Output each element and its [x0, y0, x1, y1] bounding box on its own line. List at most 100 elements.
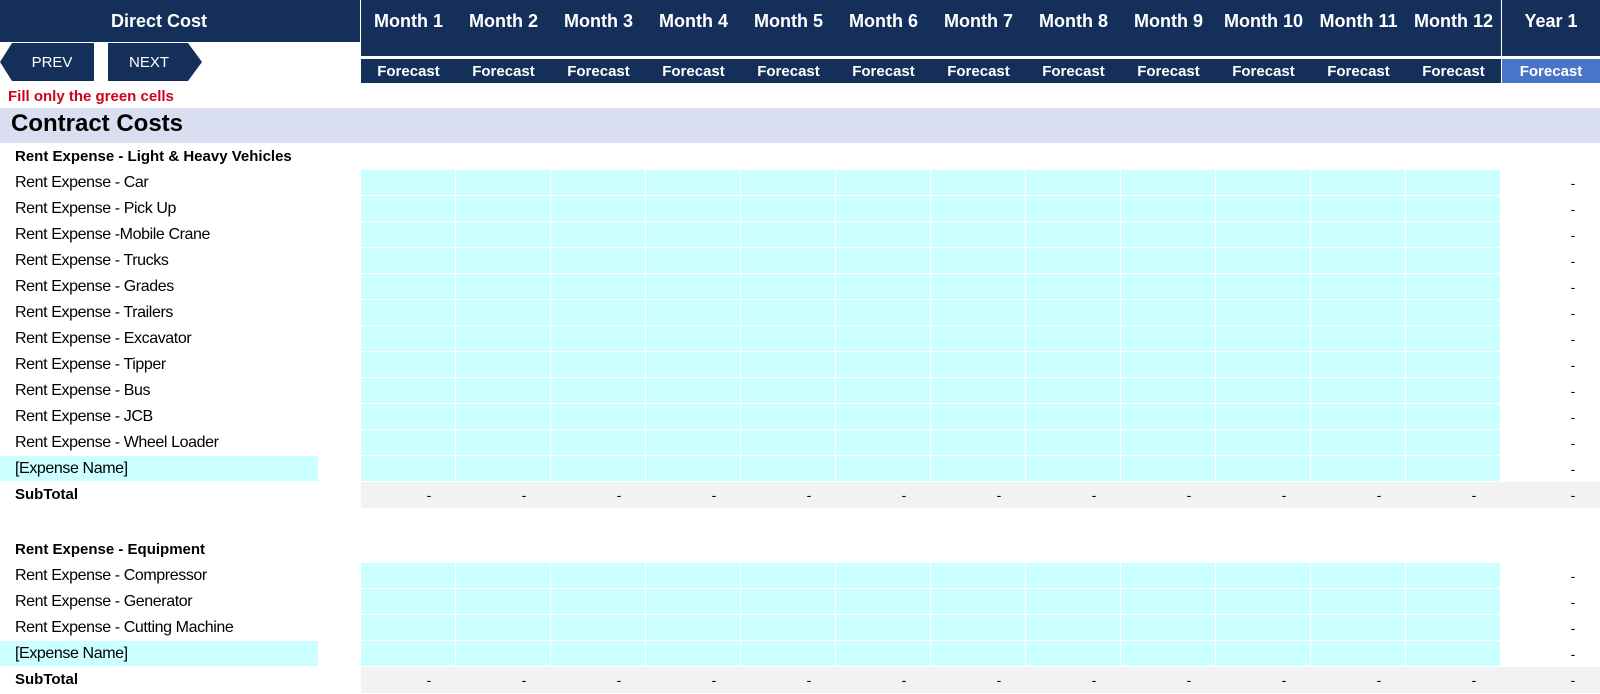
forecast-input-cell[interactable]	[361, 300, 455, 325]
forecast-input-cell[interactable]	[646, 456, 740, 481]
forecast-input-cell[interactable]	[1311, 170, 1405, 195]
forecast-input-cell[interactable]	[1216, 615, 1310, 640]
expense-name-label[interactable]: [Expense Name]	[15, 641, 128, 667]
forecast-input-cell[interactable]	[361, 352, 455, 377]
forecast-input-cell[interactable]	[551, 563, 645, 588]
forecast-input-cell[interactable]	[1311, 404, 1405, 429]
forecast-input-cell[interactable]	[551, 196, 645, 221]
forecast-input-cell[interactable]	[1026, 563, 1120, 588]
forecast-input-cell[interactable]	[836, 300, 930, 325]
forecast-input-cell[interactable]	[1311, 248, 1405, 273]
forecast-input-cell[interactable]	[1406, 404, 1500, 429]
forecast-input-cell[interactable]	[836, 589, 930, 614]
forecast-input-cell[interactable]	[836, 248, 930, 273]
forecast-input-cell[interactable]	[931, 430, 1025, 455]
forecast-input-cell[interactable]	[741, 563, 835, 588]
forecast-input-cell[interactable]	[741, 248, 835, 273]
forecast-input-cell[interactable]	[1216, 170, 1310, 195]
forecast-input-cell[interactable]	[456, 378, 550, 403]
forecast-input-cell[interactable]	[361, 170, 455, 195]
forecast-input-cell[interactable]	[1121, 300, 1215, 325]
forecast-input-cell[interactable]	[1311, 222, 1405, 247]
forecast-input-cell[interactable]	[1216, 352, 1310, 377]
forecast-input-cell[interactable]	[1406, 615, 1500, 640]
forecast-input-cell[interactable]	[1216, 274, 1310, 299]
forecast-input-cell[interactable]	[1406, 170, 1500, 195]
forecast-input-cell[interactable]	[646, 404, 740, 429]
forecast-input-cell[interactable]	[1121, 196, 1215, 221]
forecast-input-cell[interactable]	[1406, 274, 1500, 299]
forecast-input-cell[interactable]	[1216, 456, 1310, 481]
expense-name-label[interactable]: [Expense Name]	[15, 456, 128, 482]
forecast-input-cell[interactable]	[741, 641, 835, 666]
forecast-input-cell[interactable]	[456, 274, 550, 299]
forecast-input-cell[interactable]	[551, 430, 645, 455]
forecast-input-cell[interactable]	[836, 222, 930, 247]
forecast-input-cell[interactable]	[1216, 248, 1310, 273]
forecast-input-cell[interactable]	[361, 326, 455, 351]
forecast-input-cell[interactable]	[646, 196, 740, 221]
forecast-input-cell[interactable]	[646, 615, 740, 640]
forecast-input-cell[interactable]	[1311, 563, 1405, 588]
forecast-input-cell[interactable]	[741, 352, 835, 377]
forecast-input-cell[interactable]	[361, 378, 455, 403]
forecast-input-cell[interactable]	[456, 300, 550, 325]
forecast-input-cell[interactable]	[836, 404, 930, 429]
forecast-input-cell[interactable]	[1406, 430, 1500, 455]
forecast-input-cell[interactable]	[1216, 404, 1310, 429]
forecast-input-cell[interactable]	[741, 404, 835, 429]
forecast-input-cell[interactable]	[836, 615, 930, 640]
forecast-input-cell[interactable]	[836, 378, 930, 403]
forecast-input-cell[interactable]	[1311, 589, 1405, 614]
forecast-input-cell[interactable]	[836, 641, 930, 666]
forecast-input-cell[interactable]	[1406, 456, 1500, 481]
forecast-input-cell[interactable]	[931, 326, 1025, 351]
forecast-input-cell[interactable]	[1406, 222, 1500, 247]
forecast-input-cell[interactable]	[1121, 248, 1215, 273]
forecast-input-cell[interactable]	[931, 274, 1025, 299]
forecast-input-cell[interactable]	[1406, 563, 1500, 588]
forecast-input-cell[interactable]	[456, 589, 550, 614]
forecast-input-cell[interactable]	[361, 589, 455, 614]
forecast-input-cell[interactable]	[646, 352, 740, 377]
forecast-input-cell[interactable]	[1121, 615, 1215, 640]
forecast-input-cell[interactable]	[551, 222, 645, 247]
forecast-input-cell[interactable]	[1121, 378, 1215, 403]
forecast-input-cell[interactable]	[741, 378, 835, 403]
forecast-input-cell[interactable]	[1216, 641, 1310, 666]
forecast-input-cell[interactable]	[361, 222, 455, 247]
forecast-input-cell[interactable]	[1216, 430, 1310, 455]
forecast-input-cell[interactable]	[551, 248, 645, 273]
forecast-input-cell[interactable]	[931, 222, 1025, 247]
forecast-input-cell[interactable]	[1026, 352, 1120, 377]
forecast-input-cell[interactable]	[551, 300, 645, 325]
forecast-input-cell[interactable]	[1311, 326, 1405, 351]
forecast-input-cell[interactable]	[456, 352, 550, 377]
forecast-input-cell[interactable]	[931, 248, 1025, 273]
forecast-input-cell[interactable]	[1216, 196, 1310, 221]
forecast-input-cell[interactable]	[456, 563, 550, 588]
forecast-input-cell[interactable]	[1026, 615, 1120, 640]
forecast-input-cell[interactable]	[1311, 430, 1405, 455]
forecast-input-cell[interactable]	[1406, 641, 1500, 666]
forecast-input-cell[interactable]	[646, 563, 740, 588]
forecast-input-cell[interactable]	[836, 563, 930, 588]
forecast-input-cell[interactable]	[646, 222, 740, 247]
forecast-input-cell[interactable]	[931, 196, 1025, 221]
forecast-input-cell[interactable]	[836, 352, 930, 377]
forecast-input-cell[interactable]	[646, 274, 740, 299]
forecast-input-cell[interactable]	[1311, 456, 1405, 481]
forecast-input-cell[interactable]	[1121, 456, 1215, 481]
forecast-input-cell[interactable]	[836, 274, 930, 299]
forecast-input-cell[interactable]	[456, 456, 550, 481]
forecast-input-cell[interactable]	[741, 274, 835, 299]
forecast-input-cell[interactable]	[551, 641, 645, 666]
forecast-input-cell[interactable]	[1216, 563, 1310, 588]
forecast-input-cell[interactable]	[551, 274, 645, 299]
forecast-input-cell[interactable]	[741, 615, 835, 640]
forecast-input-cell[interactable]	[1026, 326, 1120, 351]
forecast-input-cell[interactable]	[1216, 326, 1310, 351]
forecast-input-cell[interactable]	[1121, 274, 1215, 299]
next-button[interactable]: NEXT	[108, 43, 202, 81]
forecast-input-cell[interactable]	[456, 222, 550, 247]
